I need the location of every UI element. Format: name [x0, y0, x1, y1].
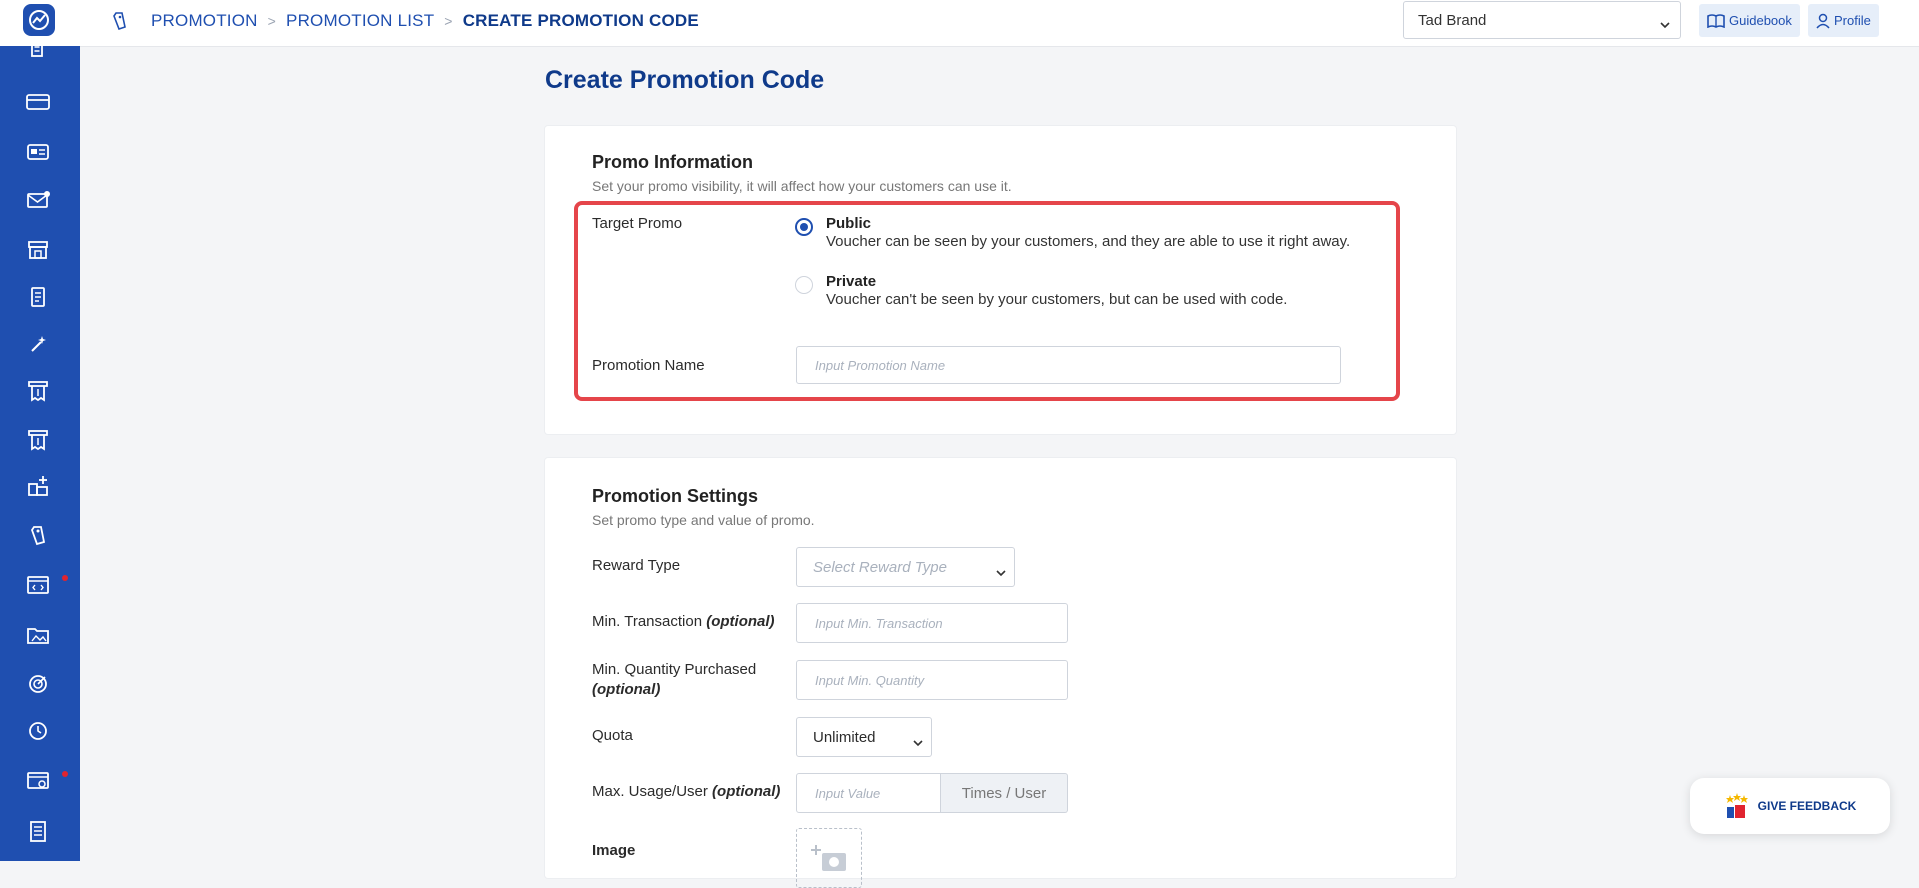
min-quantity-input[interactable] — [796, 660, 1068, 700]
user-icon — [1816, 13, 1830, 29]
promotion-tag-icon — [109, 10, 131, 37]
browser-code-icon[interactable] — [26, 575, 52, 597]
document-icon[interactable] — [26, 42, 52, 64]
quota-label: Quota — [592, 727, 633, 744]
optional-text: (optional) — [706, 613, 775, 630]
max-usage-label-text: Max. Usage/User — [592, 783, 708, 800]
folder-image-icon[interactable] — [26, 625, 52, 647]
history-icon[interactable] — [26, 720, 52, 742]
guidebook-button[interactable]: Guidebook — [1699, 4, 1800, 37]
give-feedback-button[interactable]: GIVE FEEDBACK — [1690, 778, 1890, 834]
apps-add-icon[interactable] — [26, 475, 52, 497]
reward-type-label: Reward Type — [592, 557, 681, 574]
sidebar — [0, 0, 80, 861]
min-transaction-input[interactable] — [796, 603, 1068, 643]
radio-private-desc: Voucher can't be seen by your customers,… — [826, 291, 1288, 308]
breadcrumb-promotion-list[interactable]: PROMOTION LIST — [286, 11, 434, 31]
promotion-name-label: Promotion Name — [592, 357, 705, 374]
min-transaction-label-text: Min. Transaction — [592, 613, 703, 630]
radio-public[interactable] — [795, 218, 813, 236]
menu-list-icon[interactable] — [26, 287, 52, 309]
radio-public-desc: Voucher can be seen by your customers, a… — [826, 233, 1351, 250]
image-upload[interactable] — [796, 828, 862, 888]
min-quantity-label: Min. Quantity Purchased (optional) — [592, 660, 782, 700]
report-icon[interactable] — [26, 821, 52, 843]
breadcrumb-current: CREATE PROMOTION CODE — [462, 11, 699, 30]
breadcrumb: PROMOTION > PROMOTION LIST > CREATE PROM… — [151, 0, 699, 42]
min-quantity-label-text: Min. Quantity Purchased — [592, 661, 757, 678]
max-usage-input[interactable] — [796, 773, 941, 813]
page-title: Create Promotion Code — [545, 66, 825, 94]
section-subtitle: Set your promo visibility, it will affec… — [592, 178, 1012, 194]
brand-select[interactable]: Tad Brand — [1403, 1, 1681, 39]
radio-public-title[interactable]: Public — [826, 215, 871, 232]
profile-label: Profile — [1834, 13, 1871, 28]
promotion-settings-card: Promotion Settings Set promo type and va… — [545, 458, 1456, 888]
notification-dot — [62, 575, 68, 581]
book-icon — [1707, 13, 1725, 28]
reward-type-select[interactable]: Select Reward Type — [796, 547, 1015, 587]
section-subtitle: Set promo type and value of promo. — [592, 512, 815, 528]
optional-text: (optional) — [712, 783, 781, 800]
browser-settings-icon[interactable] — [26, 771, 52, 793]
store-icon[interactable] — [26, 240, 52, 262]
times-per-user-addon: Times / User — [941, 773, 1068, 813]
reward-type-placeholder: Select Reward Type — [813, 558, 947, 576]
promo-information-card: Promo Information Set your promo visibil… — [545, 126, 1456, 434]
target-icon[interactable] — [26, 673, 52, 695]
receipt-icon[interactable] — [26, 380, 52, 402]
logo-area — [0, 0, 80, 46]
promotion-name-input[interactable] — [796, 346, 1341, 384]
breadcrumb-promotion[interactable]: PROMOTION — [151, 11, 258, 31]
radio-private[interactable] — [795, 276, 813, 294]
payment-card-icon[interactable] — [26, 143, 52, 165]
add-photo-icon — [811, 845, 846, 871]
receipt-alt-icon[interactable] — [26, 429, 52, 451]
radio-private-title[interactable]: Private — [826, 273, 876, 290]
quota-value: Unlimited — [813, 728, 876, 746]
section-title: Promotion Settings — [592, 486, 758, 506]
feedback-stars-icon — [1725, 793, 1748, 818]
chevron-down-icon — [913, 734, 923, 751]
image-label: Image — [592, 842, 636, 859]
breadcrumb-separator: > — [444, 13, 453, 29]
breadcrumb-separator: > — [267, 13, 277, 29]
guidebook-label: Guidebook — [1729, 13, 1792, 28]
optional-text: (optional) — [592, 681, 661, 698]
mail-icon[interactable] — [26, 191, 52, 213]
target-promo-label: Target Promo — [592, 215, 683, 232]
min-transaction-label: Min. Transaction (optional) — [592, 613, 775, 630]
promotion-tag-icon[interactable] — [26, 524, 52, 546]
brand-select-value: Tad Brand — [1418, 11, 1487, 29]
chevron-down-icon — [1660, 16, 1670, 33]
card-icon[interactable] — [26, 93, 52, 115]
max-usage-label: Max. Usage/User (optional) — [592, 783, 780, 800]
profile-button[interactable]: Profile — [1808, 4, 1879, 37]
top-header: PROMOTION > PROMOTION LIST > CREATE PROM… — [80, 0, 1919, 47]
app-logo[interactable] — [23, 4, 55, 36]
section-title: Promo Information — [592, 152, 753, 172]
notification-dot — [62, 771, 68, 777]
quota-select[interactable]: Unlimited — [796, 717, 932, 757]
magic-wand-icon[interactable] — [26, 334, 52, 356]
chevron-down-icon — [996, 564, 1006, 581]
give-feedback-label: GIVE FEEDBACK — [1757, 799, 1857, 813]
